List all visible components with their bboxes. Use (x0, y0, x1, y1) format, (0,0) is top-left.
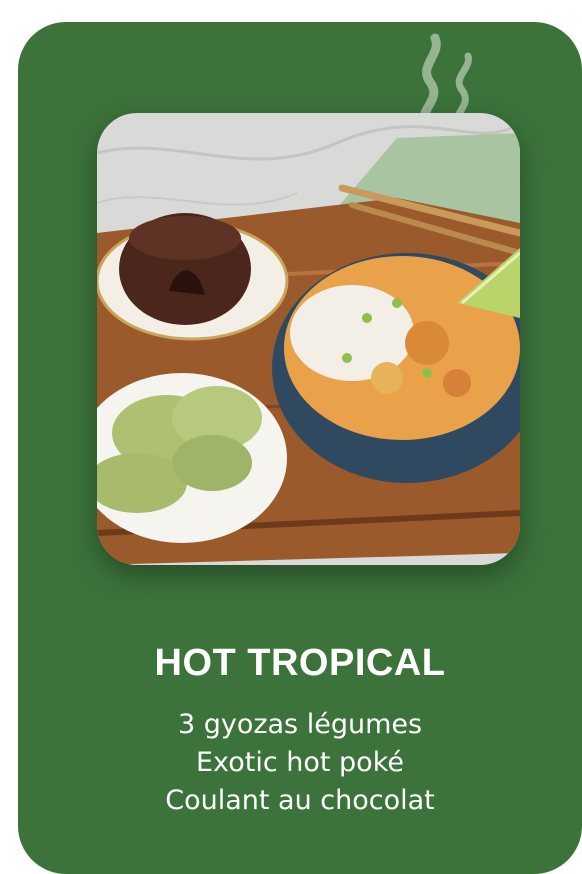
meal-photo (97, 113, 520, 565)
menu-item: Exotic hot poké (196, 747, 404, 778)
menu-items-list: 3 gyozas légumes Exotic hot poké Coulant… (18, 706, 582, 820)
menu-card[interactable]: HOT TROPICAL 3 gyozas légumes Exotic hot… (18, 22, 582, 874)
menu-title: HOT TROPICAL (154, 642, 446, 684)
menu-item: Coulant au chocolat (165, 785, 435, 816)
menu-item: 3 gyozas légumes (177, 709, 423, 740)
